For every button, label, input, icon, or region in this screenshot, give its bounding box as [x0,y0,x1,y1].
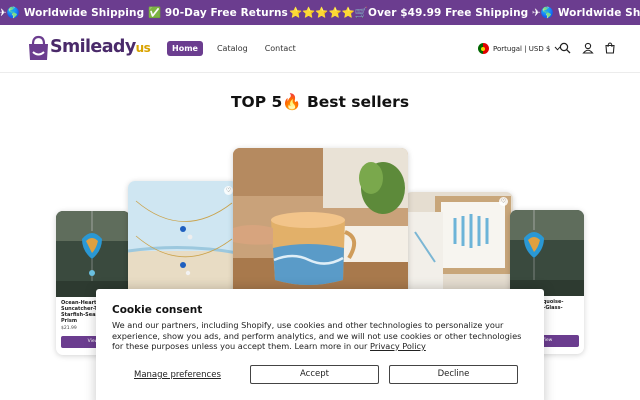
site-header: Smileadyus Home Catalog Contact Portugal… [0,25,640,73]
product-image [233,148,408,300]
locale-label: Portugal | USD $ [493,44,551,53]
product-card[interactable] [233,148,408,300]
decline-button[interactable]: Decline [389,365,518,384]
nav-contact[interactable]: Contact [260,41,301,56]
cart-icon[interactable] [604,42,616,54]
cookie-consent-banner: Cookie consent We and our partners, incl… [96,289,544,400]
accept-button[interactable]: Accept [250,365,379,384]
search-icon[interactable] [559,42,571,54]
manage-preferences-link[interactable]: Manage preferences [134,370,221,380]
account-icon[interactable] [582,42,594,54]
main-nav: Home Catalog Contact [167,41,308,56]
cookie-title: Cookie consent [112,304,203,316]
privacy-policy-link[interactable]: Privacy Policy [370,341,426,351]
nav-catalog[interactable]: Catalog [212,41,253,56]
announcement-text: ⭐⭐⭐⭐⭐🛒Over $49.99 Free Shipping ✈🌎 World… [289,7,640,19]
nav-home[interactable]: Home [167,41,203,56]
announcement-bar: ✈🌎 Worldwide Shipping ✅ 90-Day Free Retu… [0,0,640,25]
section-title: TOP 5🔥 Best sellers [230,93,410,111]
wishlist-heart-icon[interactable]: ♡ [224,186,233,195]
shopping-bag-logo-icon [29,35,48,60]
wishlist-heart-icon[interactable]: ♡ [499,197,508,206]
product-image [510,210,584,296]
locale-selector[interactable]: Portugal | USD $ [478,43,561,54]
announcement-text: ✈🌎 Worldwide Shipping ✅ 90-Day Free Retu… [0,7,288,19]
cookie-body: We and our partners, including Shopify, … [112,320,522,351]
product-price: $21.99 [61,326,77,331]
logo-text: Smileadyus [50,37,151,57]
product-image [56,211,130,297]
portugal-flag-icon [478,43,489,54]
logo[interactable]: Smileadyus [26,35,151,63]
